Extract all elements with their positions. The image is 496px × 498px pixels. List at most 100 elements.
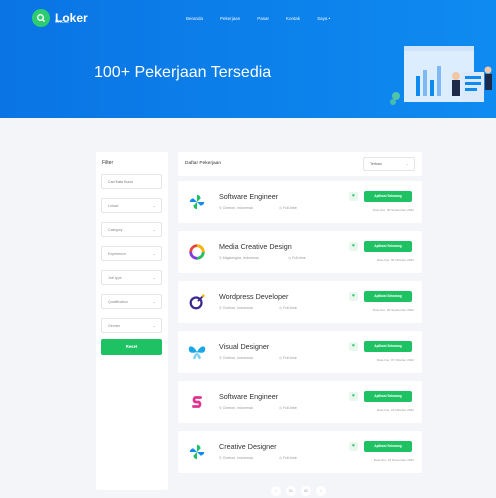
clock-icon: ◷: [279, 206, 283, 210]
location-pin-icon: ⚲: [219, 206, 222, 210]
nav-kontak[interactable]: Kontak: [286, 16, 300, 21]
clock-icon: ◷: [279, 306, 283, 310]
apply-button[interactable]: Apilkasi Sekarang: [364, 291, 412, 302]
job-location: ⚲ Cirebon, Indonesia: [219, 456, 253, 460]
nav-pekerjaan[interactable]: Pekerjaan: [220, 16, 240, 21]
job-card[interactable]: Media Creative Design ⚲ Majalengka, Indo…: [178, 231, 422, 273]
job-deadline: Date line: 07 Oktober 2022: [377, 358, 414, 362]
job-type-text: Full-time: [283, 406, 297, 410]
pagination-next[interactable]: ›: [316, 486, 326, 496]
main-content: Filter Lokasi ⌄ Category ⌄ Experience ⌄ Job…: [0, 118, 496, 498]
logo-search-icon: [32, 9, 50, 27]
apply-button[interactable]: Apilkasi Sekarang: [364, 391, 412, 402]
job-title[interactable]: Wordpress Developer: [219, 292, 288, 301]
job-type-text: Full-time: [283, 456, 297, 460]
job-type: ◷ Full-time: [288, 256, 306, 260]
chevron-down-icon: ⌄: [152, 299, 156, 304]
logo[interactable]: Loker: [32, 9, 88, 27]
job-list-header: Daftar Pekerjaan Terbaru ⌄: [178, 152, 422, 176]
filter-title: Filter: [102, 160, 114, 166]
nav-beranda[interactable]: Beranda: [186, 16, 203, 21]
job-type: ◷ Full-time: [279, 456, 297, 460]
job-type-select[interactable]: Job type ⌄: [101, 270, 162, 285]
butterfly-logo-icon: [186, 341, 208, 363]
keyword-search-input[interactable]: [101, 174, 162, 189]
main-nav: Beranda Pekerjaan Pasar Kontak Saya •: [186, 16, 347, 21]
location-pin-icon: ⚲: [219, 306, 222, 310]
job-location-text: Majalengka, Indonesia: [222, 256, 259, 260]
category-select-label: Category: [108, 228, 123, 232]
swirl-logo-icon: [186, 241, 208, 263]
heart-icon[interactable]: ♥: [349, 392, 358, 401]
location-select-label: Lokasi: [108, 204, 119, 208]
job-card[interactable]: Software Engineer ⚲ Cirebon, Indonesia ◷…: [178, 381, 422, 423]
heart-icon[interactable]: ♥: [349, 242, 358, 251]
job-deadline: Date line: 10 November 2022: [373, 458, 414, 462]
qualification-select[interactable]: Qualification ⌄: [101, 294, 162, 309]
nav-pasar[interactable]: Pasar: [257, 16, 269, 21]
heart-icon[interactable]: ♥: [349, 442, 358, 451]
heart-icon[interactable]: ♥: [349, 192, 358, 201]
chevron-down-icon: ⌄: [152, 227, 156, 232]
category-select[interactable]: Category ⌄: [101, 222, 162, 237]
location-pin-icon: ⚲: [219, 356, 222, 360]
job-type-text: Full-time: [283, 306, 297, 310]
heart-icon[interactable]: ♥: [349, 342, 358, 351]
job-deadline: Date line: 19 Oktober 2022: [377, 408, 414, 412]
job-deadline: Date line: 30 September 2022: [372, 208, 414, 212]
pagination: ‹ 01 02 ›: [271, 486, 331, 496]
chevron-down-icon: ⌄: [152, 323, 156, 328]
job-card[interactable]: Creative Designer ⚲ Cirebon, Indonesia ◷…: [178, 431, 422, 473]
job-location: ⚲ Cirebon, Indonesia: [219, 356, 253, 360]
experience-select-label: Experience: [108, 252, 126, 256]
filter-panel: Filter Lokasi ⌄ Category ⌄ Experience ⌄ Job…: [96, 152, 168, 490]
chevron-down-icon: ⌄: [152, 251, 156, 256]
apply-button[interactable]: Apilkasi Sekarang: [364, 441, 412, 452]
job-location-text: Cirebon, Indonesia: [222, 206, 253, 210]
apply-button[interactable]: Apilkasi Sekarang: [364, 191, 412, 202]
job-title[interactable]: Software Engineer: [219, 392, 278, 401]
location-select[interactable]: Lokasi ⌄: [101, 198, 162, 213]
job-list-title: Daftar Pekerjaan: [185, 161, 221, 166]
nav-saya[interactable]: Saya •: [317, 16, 330, 21]
job-card[interactable]: Wordpress Developer ⚲ Cirebon, Indonesia…: [178, 281, 422, 323]
pagination-page-2[interactable]: 02: [301, 486, 311, 496]
location-pin-icon: ⚲: [219, 406, 222, 410]
job-type: ◷ Full-time: [279, 306, 297, 310]
job-card[interactable]: Software Engineer ⚲ Cirebon, Indonesia ◷…: [178, 181, 422, 223]
job-title[interactable]: Creative Designer: [219, 442, 277, 451]
job-location-text: Cirebon, Indonesia: [222, 406, 253, 410]
location-pin-icon: ⚲: [219, 256, 222, 260]
job-location: ⚲ Majalengka, Indonesia: [219, 256, 259, 260]
pagination-prev[interactable]: ‹: [271, 486, 281, 496]
job-location-text: Cirebon, Indonesia: [222, 356, 253, 360]
sort-select[interactable]: Terbaru ⌄: [363, 157, 415, 171]
job-location: ⚲ Cirebon, Indonesia: [219, 206, 253, 210]
job-type-text: Full-time: [292, 256, 306, 260]
job-location: ⚲ Cirebon, Indonesia: [219, 306, 253, 310]
job-deadline: Date line: 09 Oktober 2022: [377, 258, 414, 262]
apply-button[interactable]: Apilkasi Sekarang: [364, 341, 412, 352]
gender-select[interactable]: Gender ⌄: [101, 318, 162, 333]
job-location-text: Cirebon, Indonesia: [222, 306, 253, 310]
job-title[interactable]: Software Engineer: [219, 192, 278, 201]
location-pin-icon: ⚲: [219, 456, 222, 460]
sort-select-label: Terbaru: [370, 162, 383, 166]
clock-icon: ◷: [279, 356, 283, 360]
job-card[interactable]: Visual Designer ⚲ Cirebon, Indonesia ◷ F…: [178, 331, 422, 373]
pagination-page-1[interactable]: 01: [286, 486, 296, 496]
job-type-text: Full-time: [283, 206, 297, 210]
job-type-text: Full-time: [283, 356, 297, 360]
clock-icon: ◷: [288, 256, 292, 260]
hero-title: 100+ Pekerjaan Tersedia: [94, 64, 272, 81]
job-type: ◷ Full-time: [279, 406, 297, 410]
qualification-select-label: Qualification: [108, 300, 128, 304]
heart-icon[interactable]: ♥: [349, 292, 358, 301]
clock-icon: ◷: [279, 406, 283, 410]
experience-select[interactable]: Experience ⌄: [101, 246, 162, 261]
job-title[interactable]: Visual Designer: [219, 342, 269, 351]
job-title[interactable]: Media Creative Design: [219, 242, 292, 251]
reset-button[interactable]: Reset: [101, 339, 162, 355]
apply-button[interactable]: Apilkasi Sekarang: [364, 241, 412, 252]
job-location-text: Cirebon, Indonesia: [222, 456, 253, 460]
